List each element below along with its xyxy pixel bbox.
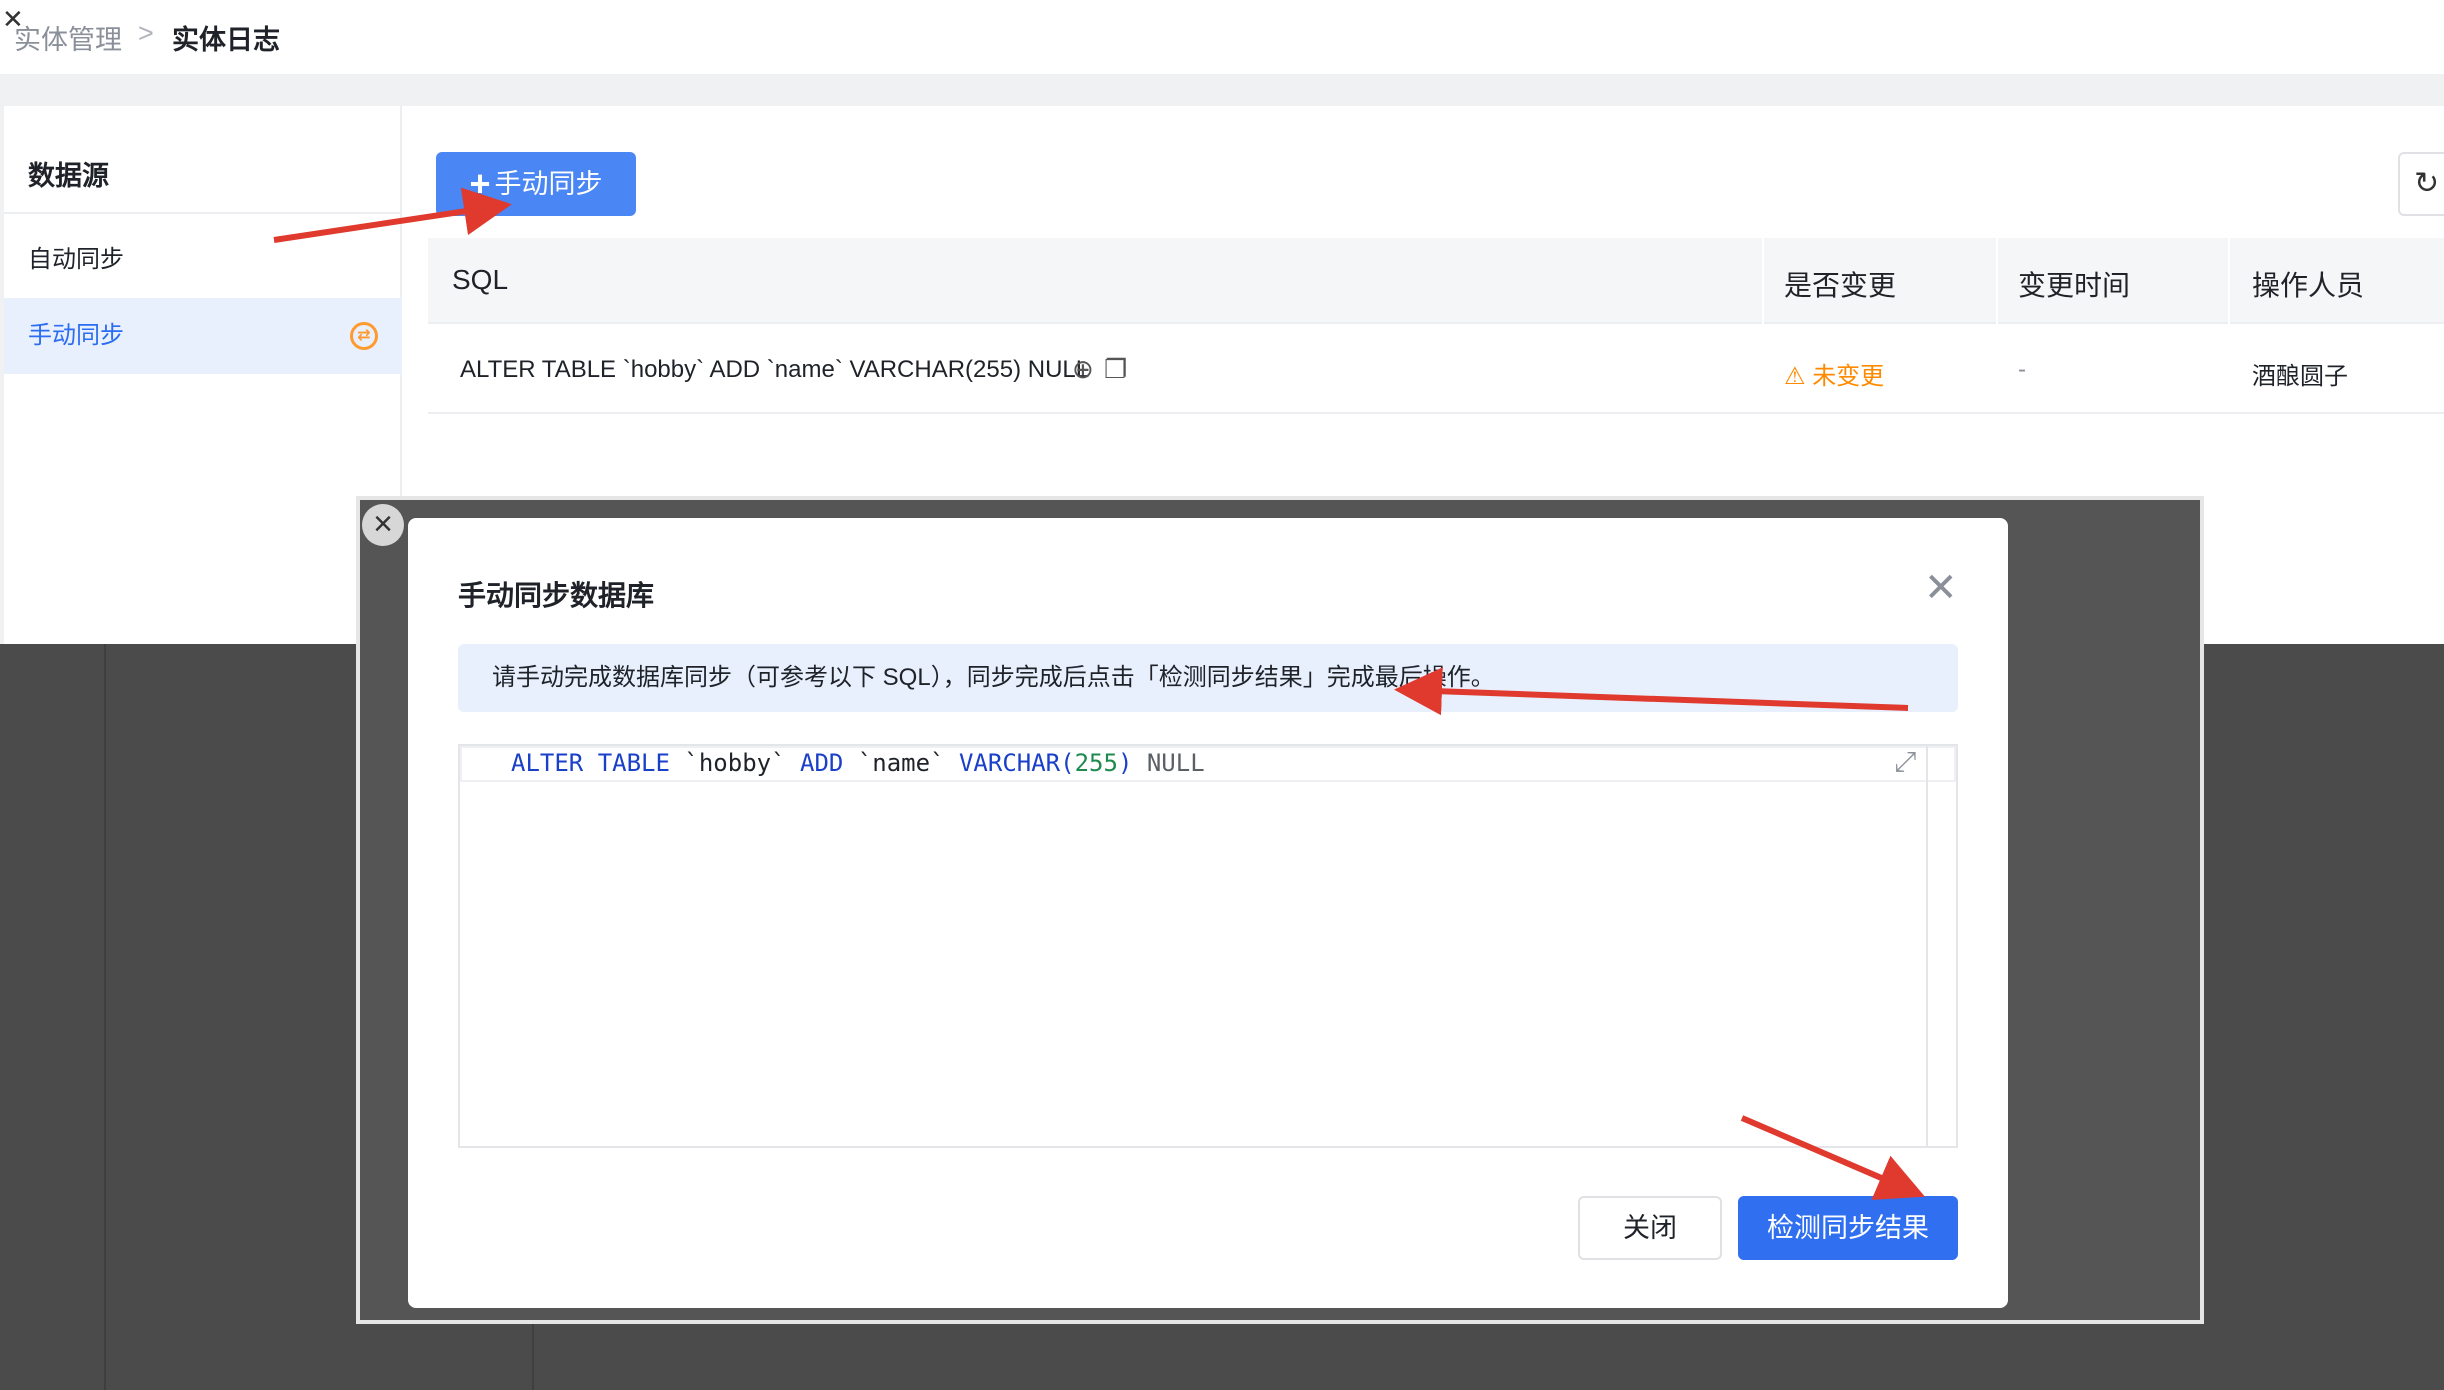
close-icon[interactable]: × [362, 504, 404, 546]
breadcrumb-parent[interactable]: 实体管理 [14, 18, 122, 57]
top-bar [0, 0, 2444, 74]
breadcrumb-separator: > [138, 18, 154, 48]
column-header-operator: 操作人员 [2252, 270, 2365, 301]
sync-badge-icon: ⇄ [350, 322, 378, 350]
manual-sync-button[interactable]: + 手动同步 [436, 152, 636, 216]
sql-code[interactable]: ALTER TABLE `hobby` ADD `name` VARCHAR(2… [511, 748, 1205, 778]
code-token: VARCHAR [958, 749, 1061, 777]
code-token: ALTER [511, 749, 584, 777]
dialog-close-icon[interactable]: ✕ [1924, 568, 1958, 608]
column-header-time: 变更时间 [2018, 270, 2131, 301]
sidebar-divider [4, 212, 402, 214]
breadcrumb-current: 实体日志 [172, 25, 280, 55]
warning-icon: ⚠ [1784, 363, 1806, 390]
sidebar-item-auto-sync[interactable]: 自动同步 [4, 222, 402, 298]
row-divider [428, 412, 2444, 414]
code-token: TABLE [597, 749, 670, 777]
column-divider [2228, 238, 2230, 324]
table-header [428, 238, 2444, 324]
plus-icon: + [469, 163, 491, 204]
sidebar-title: 数据源 [28, 161, 109, 191]
code-token: ADD [800, 749, 844, 777]
dialog-title: 手动同步数据库 [458, 580, 655, 611]
column-divider [1996, 238, 1998, 324]
copy-icon[interactable]: ❐ [1104, 354, 1127, 385]
close-button[interactable]: 关闭 [1578, 1196, 1722, 1260]
check-sync-result-button[interactable]: 检测同步结果 [1738, 1196, 1958, 1260]
sql-editor[interactable] [458, 744, 1958, 1148]
editor-scrollbar[interactable] [1926, 746, 1928, 1146]
zoom-in-icon[interactable]: ⊕ [1072, 354, 1094, 385]
code-token: `name` [857, 749, 945, 777]
column-divider [1762, 238, 1764, 324]
status-text: 未变更 [1812, 363, 1885, 390]
code-token: 255 [1074, 749, 1118, 777]
table-cell-operator: 酒酿圆子 [2252, 363, 2348, 390]
code-token: NULL [1146, 749, 1205, 777]
refresh-icon: ↻ [2414, 167, 2440, 200]
code-token: ( [1060, 749, 1075, 777]
sidebar-item-manual-sync[interactable]: 手动同步 [4, 298, 402, 374]
backdrop-divider [104, 644, 106, 1390]
expand-icon[interactable]: ⤢ [1894, 746, 1916, 779]
table-cell-time: - [2018, 356, 2026, 383]
refresh-button[interactable]: ↻ [2398, 152, 2444, 216]
column-header-sql: SQL [452, 264, 509, 295]
status-badge: ⚠ 未变更 [1784, 356, 1884, 391]
code-token: ) [1117, 749, 1133, 777]
code-token: `hobby` [684, 749, 786, 777]
manual-sync-button-label: 手动同步 [494, 169, 603, 199]
info-alert: 请手动完成数据库同步（可参考以下 SQL），同步完成后点击「检测同步结果」完成最… [458, 644, 1958, 712]
table-cell-sql: ALTER TABLE `hobby` ADD `name` VARCHAR(2… [460, 356, 1090, 383]
column-header-changed: 是否变更 [1784, 270, 1897, 301]
